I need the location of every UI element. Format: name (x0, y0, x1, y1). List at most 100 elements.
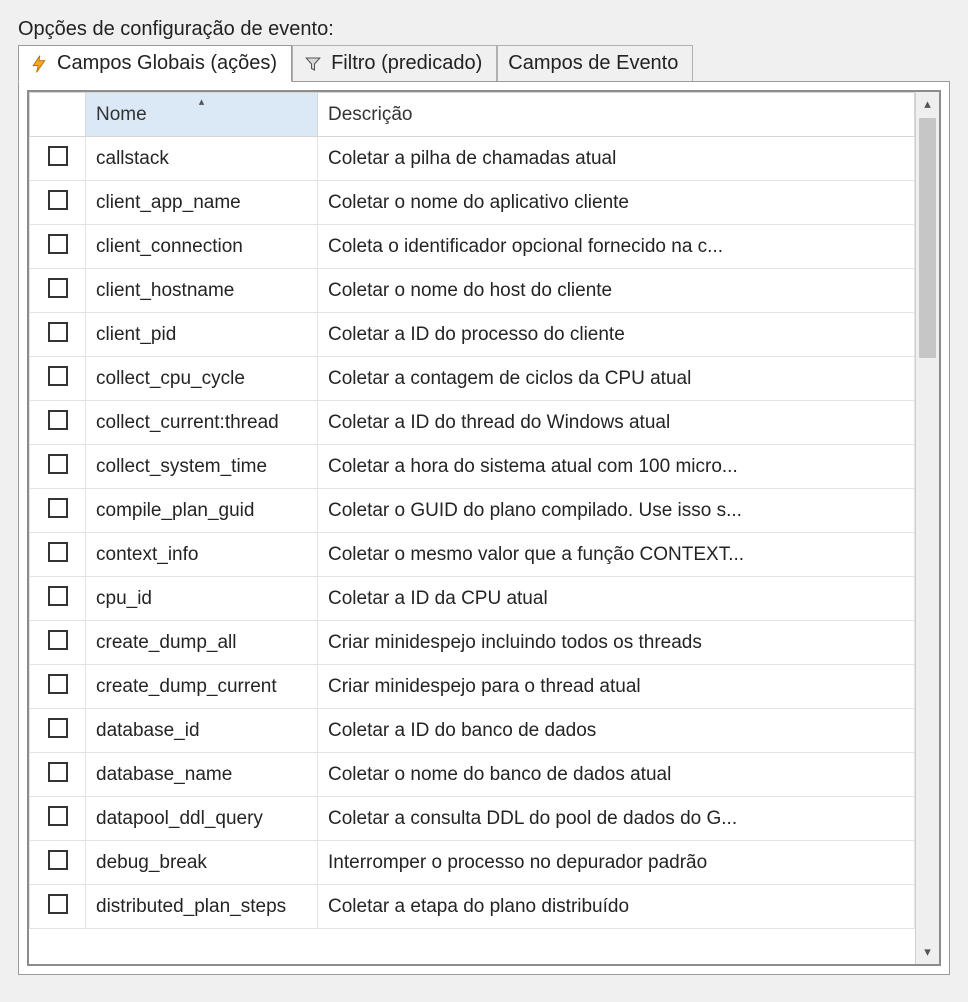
funnel-icon (303, 54, 323, 74)
checkbox-cell[interactable] (30, 313, 86, 357)
table-row[interactable]: database_nameColetar o nome do banco de … (30, 753, 915, 797)
checkbox-cell[interactable] (30, 841, 86, 885)
checkbox[interactable] (48, 278, 68, 298)
name-cell: callstack (86, 137, 318, 181)
table-row[interactable]: cpu_idColetar a ID da CPU atual (30, 577, 915, 621)
name-cell: database_id (86, 709, 318, 753)
tab-event-fields[interactable]: Campos de Evento (497, 45, 693, 81)
table-row[interactable]: collect_system_timeColetar a hora do sis… (30, 445, 915, 489)
vertical-scrollbar[interactable]: ▴ ▾ (915, 92, 939, 964)
table-row[interactable]: compile_plan_guidColetar o GUID do plano… (30, 489, 915, 533)
checkbox-cell[interactable] (30, 445, 86, 489)
name-cell: client_pid (86, 313, 318, 357)
table-row[interactable]: datapool_ddl_queryColetar a consulta DDL… (30, 797, 915, 841)
tab-filter[interactable]: Filtro (predicado) (292, 45, 497, 81)
table-row[interactable]: client_pidColetar a ID do processo do cl… (30, 313, 915, 357)
checkbox[interactable] (48, 146, 68, 166)
scroll-thumb[interactable] (919, 118, 936, 358)
column-header-label: Descrição (328, 104, 412, 125)
tab-label: Campos de Evento (508, 52, 678, 75)
tab-label: Filtro (predicado) (331, 52, 482, 75)
description-cell: Coletar o mesmo valor que a função CONTE… (318, 533, 915, 577)
description-cell: Coletar a contagem de ciclos da CPU atua… (318, 357, 915, 401)
column-header-description[interactable]: Descrição (318, 93, 915, 137)
table-row[interactable]: context_infoColetar o mesmo valor que a … (30, 533, 915, 577)
description-cell: Coletar o nome do host do cliente (318, 269, 915, 313)
section-heading: Opções de configuração de evento: (18, 18, 950, 41)
name-cell: compile_plan_guid (86, 489, 318, 533)
checkbox[interactable] (48, 718, 68, 738)
tab-label: Campos Globais (ações) (57, 52, 277, 75)
grid-container: ▴ Nome Descrição callstackColetar a pilh… (27, 90, 941, 966)
checkbox-cell[interactable] (30, 665, 86, 709)
checkbox-cell[interactable] (30, 269, 86, 313)
table-row[interactable]: client_app_nameColetar o nome do aplicat… (30, 181, 915, 225)
column-header-label: Nome (96, 104, 147, 125)
checkbox-cell[interactable] (30, 885, 86, 929)
checkbox-cell[interactable] (30, 533, 86, 577)
checkbox-cell[interactable] (30, 577, 86, 621)
tab-panel: ▴ Nome Descrição callstackColetar a pilh… (18, 81, 950, 975)
table-row[interactable]: callstackColetar a pilha de chamadas atu… (30, 137, 915, 181)
checkbox[interactable] (48, 894, 68, 914)
checkbox[interactable] (48, 454, 68, 474)
table-row[interactable]: collect_cpu_cycleColetar a contagem de c… (30, 357, 915, 401)
name-cell: debug_break (86, 841, 318, 885)
checkbox[interactable] (48, 762, 68, 782)
description-cell: Coletar a pilha de chamadas atual (318, 137, 915, 181)
tab-global-fields[interactable]: Campos Globais (ações) (18, 45, 292, 82)
table-row[interactable]: database_idColetar a ID do banco de dado… (30, 709, 915, 753)
checkbox-cell[interactable] (30, 797, 86, 841)
checkbox-cell[interactable] (30, 489, 86, 533)
column-header-name[interactable]: ▴ Nome (86, 93, 318, 137)
table-row[interactable]: client_connectionColeta o identificador … (30, 225, 915, 269)
checkbox[interactable] (48, 322, 68, 342)
name-cell: create_dump_all (86, 621, 318, 665)
checkbox-cell[interactable] (30, 621, 86, 665)
description-cell: Coletar o nome do banco de dados atual (318, 753, 915, 797)
name-cell: database_name (86, 753, 318, 797)
checkbox-cell[interactable] (30, 137, 86, 181)
description-cell: Coletar a ID do processo do cliente (318, 313, 915, 357)
checkbox[interactable] (48, 190, 68, 210)
name-cell: datapool_ddl_query (86, 797, 318, 841)
lightning-icon (29, 54, 49, 74)
name-cell: distributed_plan_steps (86, 885, 318, 929)
name-cell: context_info (86, 533, 318, 577)
table-row[interactable]: create_dump_allCriar minidespejo incluin… (30, 621, 915, 665)
checkbox-cell[interactable] (30, 709, 86, 753)
name-cell: client_connection (86, 225, 318, 269)
checkbox[interactable] (48, 498, 68, 518)
description-cell: Criar minidespejo incluindo todos os thr… (318, 621, 915, 665)
sort-asc-icon: ▴ (199, 95, 205, 108)
checkbox[interactable] (48, 850, 68, 870)
table-row[interactable]: create_dump_currentCriar minidespejo par… (30, 665, 915, 709)
checkbox[interactable] (48, 410, 68, 430)
checkbox[interactable] (48, 586, 68, 606)
scroll-up-arrow-icon[interactable]: ▴ (916, 92, 939, 116)
name-cell: collect_current:thread (86, 401, 318, 445)
checkbox[interactable] (48, 366, 68, 386)
checkbox-cell[interactable] (30, 181, 86, 225)
table-row[interactable]: client_hostnameColetar o nome do host do… (30, 269, 915, 313)
checkbox-cell[interactable] (30, 357, 86, 401)
checkbox-cell[interactable] (30, 225, 86, 269)
name-cell: create_dump_current (86, 665, 318, 709)
table-row[interactable]: debug_breakInterromper o processo no dep… (30, 841, 915, 885)
description-cell: Coleta o identificador opcional fornecid… (318, 225, 915, 269)
checkbox-cell[interactable] (30, 753, 86, 797)
table-row[interactable]: collect_current:threadColetar a ID do th… (30, 401, 915, 445)
description-cell: Coletar a ID do banco de dados (318, 709, 915, 753)
checkbox[interactable] (48, 234, 68, 254)
description-cell: Coletar a consulta DDL do pool de dados … (318, 797, 915, 841)
checkbox-cell[interactable] (30, 401, 86, 445)
checkbox[interactable] (48, 630, 68, 650)
scroll-down-arrow-icon[interactable]: ▾ (916, 940, 939, 964)
name-cell: collect_system_time (86, 445, 318, 489)
table-row[interactable]: distributed_plan_stepsColetar a etapa do… (30, 885, 915, 929)
checkbox[interactable] (48, 806, 68, 826)
column-header-checkbox[interactable] (30, 93, 86, 137)
checkbox[interactable] (48, 674, 68, 694)
checkbox[interactable] (48, 542, 68, 562)
description-cell: Coletar o GUID do plano compilado. Use i… (318, 489, 915, 533)
